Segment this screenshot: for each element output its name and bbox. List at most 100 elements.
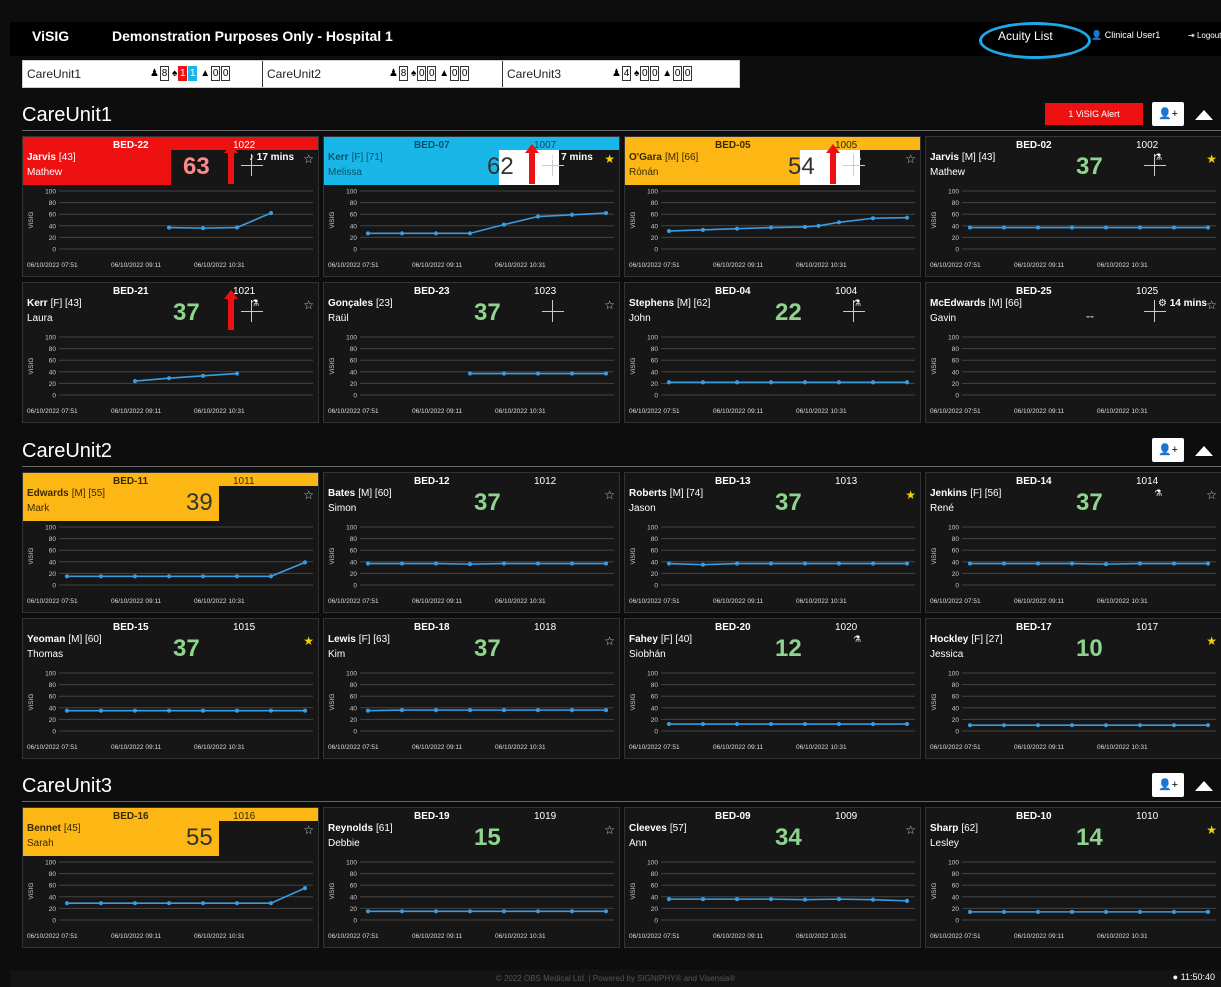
patient-card[interactable]: BED-16 1016 Bennet [45] Sarah 55 ☆ 100 80 60 40 20 0… <box>22 807 319 948</box>
y-tick-label: 0 <box>955 729 959 736</box>
trend-point <box>1205 723 1211 728</box>
y-tick-label: 20 <box>952 906 960 913</box>
y-tick-label: 40 <box>49 705 57 712</box>
section-title-careunit1: CareUnit1 <box>22 104 113 126</box>
trend-point <box>535 371 541 376</box>
bed-label: BED-09 <box>715 811 751 822</box>
collapse-section-button[interactable] <box>1195 446 1213 456</box>
trend-point <box>535 708 541 713</box>
favorite-star-icon[interactable]: ★ <box>604 152 615 166</box>
patient-card[interactable]: BED-23 1023 Gonçales [23] Raül 37 ☆ 100 80 60 40 20… <box>323 282 620 423</box>
unit-tab-careunit2[interactable]: CareUnit2 ♟ 8 ♠ 0 0 ▲ 0 0 <box>263 61 503 87</box>
patient-firstname: Melissa <box>328 167 362 178</box>
favorite-star-icon[interactable]: ☆ <box>303 152 314 166</box>
collapse-section-button[interactable] <box>1195 110 1213 120</box>
visig-alert-button[interactable]: 1 ViSIG Alert <box>1045 103 1143 125</box>
acuity-list-link[interactable]: Acuity List <box>998 29 1053 43</box>
y-tick-label: 80 <box>651 682 659 689</box>
trend-point <box>1103 225 1109 230</box>
patient-detail: [F] [43] <box>50 298 82 309</box>
trend-point <box>501 561 507 566</box>
favorite-star-icon[interactable]: ★ <box>303 634 314 648</box>
patient-card[interactable]: BED-10 1010 Sharp [62] Lesley 14 ★ 100 80 60 40 20 0… <box>925 807 1221 948</box>
trend-point <box>535 561 541 566</box>
favorite-star-icon[interactable]: ★ <box>905 488 916 502</box>
collapse-section-button[interactable] <box>1195 781 1213 791</box>
patient-card[interactable]: BED-05 1005 O'Gara [M] [66] Rónán 54 ⚗ ☆ 100 80 60… <box>624 136 921 277</box>
favorite-star-icon[interactable]: ☆ <box>303 488 314 502</box>
patient-card[interactable]: BED-13 1013 Roberts [M] [74] Jason 37 ★ 100 80 60… <box>624 472 921 613</box>
favorite-star-icon[interactable]: ☆ <box>604 298 615 312</box>
patient-card[interactable]: BED-17 1017 Hockley [F] [27] Jessica 10 ★ 100 80… <box>925 618 1221 759</box>
favorite-star-icon[interactable]: ★ <box>1206 152 1217 166</box>
patient-card[interactable]: BED-11 1011 Edwards [M] [55] Mark 39 ☆ 100 80 60 4… <box>22 472 319 613</box>
visig-score: 37 <box>474 635 501 662</box>
patient-card[interactable]: BED-07 1007 Kerr [F] [71] Melissa 62 ⊘ 7 mins ★… <box>323 136 620 277</box>
visig-trend-chart: 100 80 60 40 20 0 ViSIG 06/10/2022 07:51 06/10/2… <box>27 335 313 415</box>
patient-card[interactable]: BED-20 1020 Fahey [F] [40] Siobhán 12 ⚗ 100 80 60… <box>624 618 921 759</box>
trend-point <box>98 708 104 713</box>
favorite-star-icon[interactable]: ☆ <box>1206 298 1217 312</box>
y-tick-label: 20 <box>49 717 57 724</box>
trend-point <box>166 574 172 579</box>
add-patient-button[interactable]: 👤+ <box>1152 102 1184 126</box>
unit-tab-careunit1[interactable]: CareUnit1 ♟ 8 ♠ 1 1 ▲ 0 0 <box>23 61 263 87</box>
trend-point <box>802 224 808 230</box>
favorite-star-icon[interactable]: ☆ <box>303 298 314 312</box>
section-title-careunit3: CareUnit3 <box>22 775 113 797</box>
x-tick-label: 06/10/2022 07:51 <box>328 598 379 605</box>
visig-trend-chart: 100 80 60 40 20 0 ViSIG 06/10/2022 07:51 06/10/2… <box>27 189 313 269</box>
logout-link[interactable]: ⇥ Logout <box>1188 31 1221 40</box>
trend-point <box>200 901 206 906</box>
patient-card[interactable]: BED-09 1009 Cleeves [57] Ann 34 ☆ 100 80 60 40 20 0 V… <box>624 807 921 948</box>
patient-card[interactable]: BED-04 1004 Stephens [M] [62] John 22 ⚗ 100 80 60… <box>624 282 921 423</box>
trend-point <box>1035 723 1041 728</box>
patient-card[interactable]: BED-25 1025 McEdwards [M] [66] Gavin -- ⚙ 14 m… <box>925 282 1221 423</box>
visig-score: 62 <box>487 153 514 180</box>
x-tick-label: 06/10/2022 07:51 <box>930 744 981 751</box>
y-tick-label: 100 <box>948 335 959 342</box>
y-tick-label: 20 <box>952 717 960 724</box>
patient-card[interactable]: BED-02 1002 Jarvis [M] [43] Mathew 37 ⚗ ★ 100 80 6… <box>925 136 1221 277</box>
user-menu[interactable]: 👤 Clinical User1 <box>1091 30 1160 41</box>
patient-card[interactable]: BED-15 1015 Yeoman [M] [60] Thomas 37 ★ 100 80 60… <box>22 618 319 759</box>
patient-card[interactable]: BED-12 1012 Bates [M] [60] Simon 37 ☆ 100 80 60 40… <box>323 472 620 613</box>
trend-point <box>734 721 740 727</box>
favorite-star-icon[interactable]: ☆ <box>604 823 615 837</box>
favorite-star-icon[interactable]: ☆ <box>303 823 314 837</box>
trend-point <box>166 376 172 381</box>
favorite-star-icon[interactable]: ☆ <box>1206 488 1217 502</box>
favorite-star-icon[interactable]: ★ <box>1206 634 1217 648</box>
patient-firstname: Raül <box>328 313 349 324</box>
patient-name: Kerr [F] [71] <box>328 152 383 163</box>
y-axis-label: ViSIG <box>28 358 35 375</box>
patient-surname: O'Gara <box>629 152 662 163</box>
visig-score: 37 <box>1076 153 1103 180</box>
patient-surname: Lewis <box>328 634 356 645</box>
trend-point <box>836 897 842 902</box>
logout-icon: ⇥ <box>1188 31 1195 40</box>
patient-card[interactable]: BED-14 1014 Jenkins [F] [56] René 37 ⚗ ☆ 100 80 60… <box>925 472 1221 613</box>
y-tick-label: 0 <box>654 247 658 254</box>
patient-card[interactable]: BED-19 1019 Reynolds [61] Debbie 15 ☆ 100 80 60 40… <box>323 807 620 948</box>
favorite-star-icon[interactable]: ☆ <box>604 634 615 648</box>
add-patient-button[interactable]: 👤+ <box>1152 438 1184 462</box>
favorite-star-icon[interactable]: ☆ <box>604 488 615 502</box>
trend-point <box>603 909 609 914</box>
favorite-star-icon[interactable]: ☆ <box>905 823 916 837</box>
y-tick-label: 20 <box>651 571 659 578</box>
unit-tab-counts: ♟ 8 ♠ 1 1 ▲ 0 0 <box>148 66 231 81</box>
patient-card[interactable]: BED-18 1018 Lewis [F] [63] Kim 37 ☆ 100 80 60 40 20… <box>323 618 620 759</box>
y-tick-label: 100 <box>948 860 959 867</box>
favorite-star-icon[interactable]: ★ <box>1206 823 1217 837</box>
visig-score: 37 <box>173 299 200 326</box>
section-title-careunit2: CareUnit2 <box>22 440 113 462</box>
y-tick-label: 0 <box>654 729 658 736</box>
unit-tab-careunit3[interactable]: CareUnit3 ♟ 4 ♠ 0 0 ▲ 0 0 <box>503 61 739 87</box>
patient-card[interactable]: BED-22 1022 Jarvis [43] Mathew 63 ♪ 17 mins ☆ 10… <box>22 136 319 277</box>
patient-firstname: Jason <box>629 503 656 514</box>
y-tick-label: 0 <box>955 393 959 400</box>
patient-card[interactable]: BED-21 1021 Kerr [F] [43] Laura 37 ⚗ ☆ 100 80 60 40… <box>22 282 319 423</box>
favorite-star-icon[interactable]: ☆ <box>905 152 916 166</box>
add-patient-button[interactable]: 👤+ <box>1152 773 1184 797</box>
